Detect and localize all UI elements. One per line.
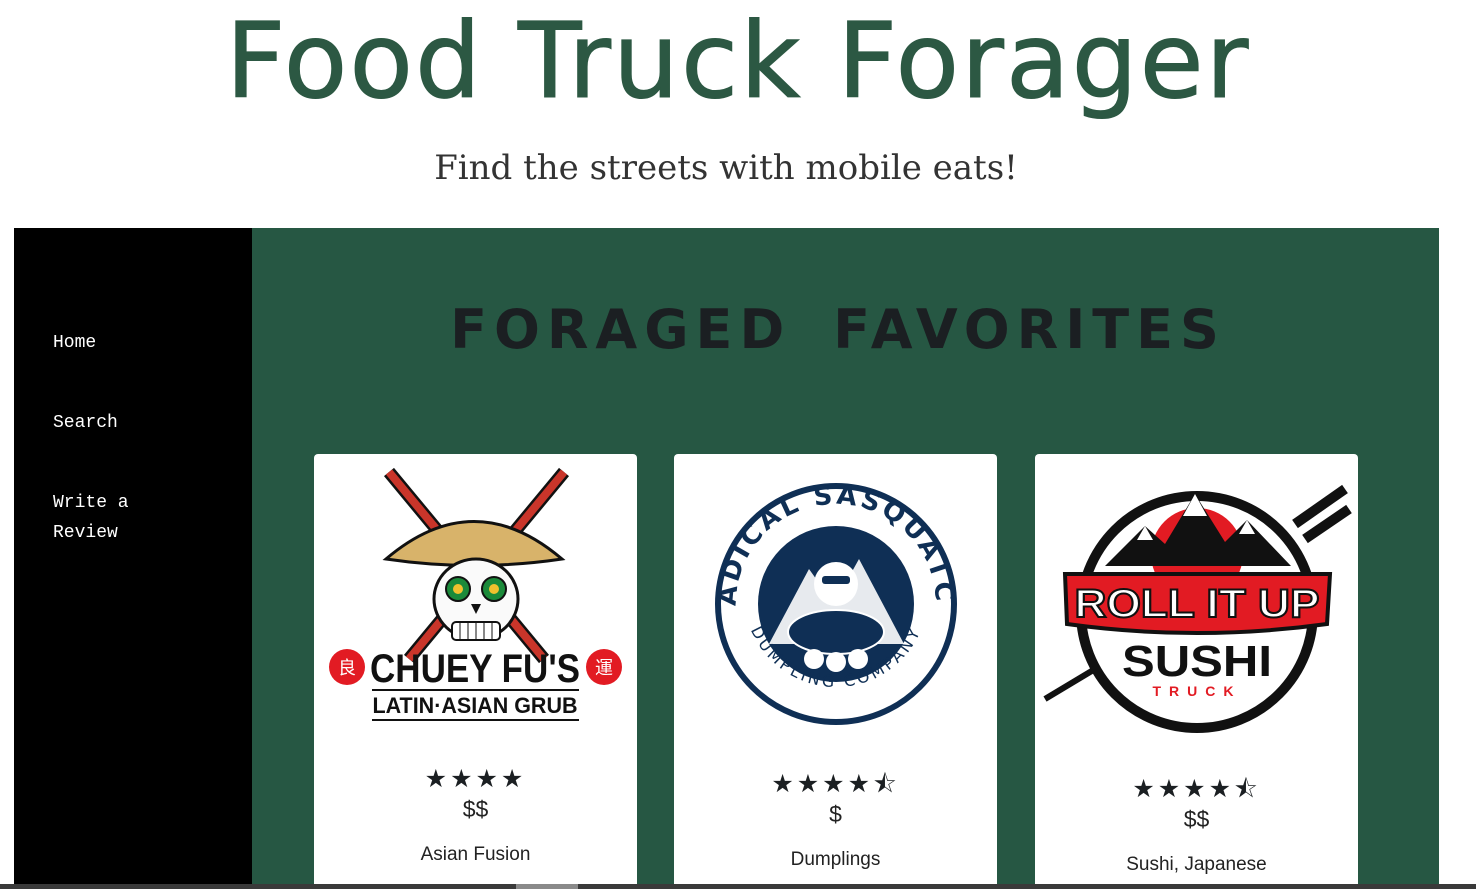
nav-link-search[interactable]: Search bbox=[53, 408, 203, 438]
sidebar-nav: Home Search Write a Review bbox=[14, 228, 252, 889]
logo-truck-text: TRUCK bbox=[1153, 683, 1242, 699]
logo-sushi-text: SUSHI bbox=[1122, 637, 1272, 686]
cuisine-label: Asian Fusion bbox=[420, 844, 531, 865]
logo-banner-text: ROLL IT UP bbox=[1075, 582, 1320, 626]
price-level: $ bbox=[829, 801, 842, 827]
price-level: $$ bbox=[1183, 806, 1210, 832]
radical-sasquatch-logo: RADICAL SASQUATCH DUMPLING COMPANY bbox=[674, 454, 957, 725]
site-title: Food Truck Forager bbox=[225, 0, 1251, 123]
main-content: FORAGED FAVORITES 良 運 CHUEY FU'S LATIN·A… bbox=[252, 228, 1439, 889]
site-tagline: Find the streets with mobile eats! bbox=[434, 148, 1018, 188]
roll-it-up-logo: ROLL IT UP SUSHI TRUCK bbox=[1043, 484, 1352, 733]
cuisine-label: Dumplings bbox=[790, 849, 881, 870]
nav-link-write-review[interactable]: Write a Review bbox=[53, 488, 163, 548]
cuisine-label: Sushi, Japanese bbox=[1126, 854, 1267, 875]
nav-link-home[interactable]: Home bbox=[53, 328, 203, 358]
truck-card-roll-it-up[interactable]: ROLL IT UP SUSHI TRUCK ★★★★⯪ $$ Sushi, J… bbox=[1035, 454, 1358, 889]
chuey-fus-logo: 良 運 CHUEY FU'S LATIN·ASIAN GRUB bbox=[329, 467, 622, 721]
scrollbar-thumb[interactable] bbox=[516, 884, 578, 889]
horizontal-scrollbar[interactable] bbox=[0, 884, 1476, 889]
logo-char-left: 良 bbox=[338, 658, 356, 679]
price-level: $$ bbox=[462, 796, 489, 822]
truck-card-radical-sasquatch[interactable]: RADICAL SASQUATCH DUMPLING COMPANY ★★★★⯪… bbox=[674, 454, 997, 889]
star-rating: ★★★★⯪ bbox=[771, 769, 900, 798]
star-rating: ★★★★ bbox=[424, 764, 527, 793]
logo-name-text: CHUEY FU'S bbox=[370, 647, 580, 691]
logo-subtitle-text: LATIN·ASIAN GRUB bbox=[373, 693, 578, 718]
logo-char-right: 運 bbox=[595, 658, 613, 679]
truck-card-chuey-fus[interactable]: 良 運 CHUEY FU'S LATIN·ASIAN GRUB ★★★★ $$ … bbox=[314, 454, 637, 889]
star-rating: ★★★★⯪ bbox=[1132, 774, 1261, 803]
section-heading: FORAGED FAVORITES bbox=[450, 298, 1226, 361]
